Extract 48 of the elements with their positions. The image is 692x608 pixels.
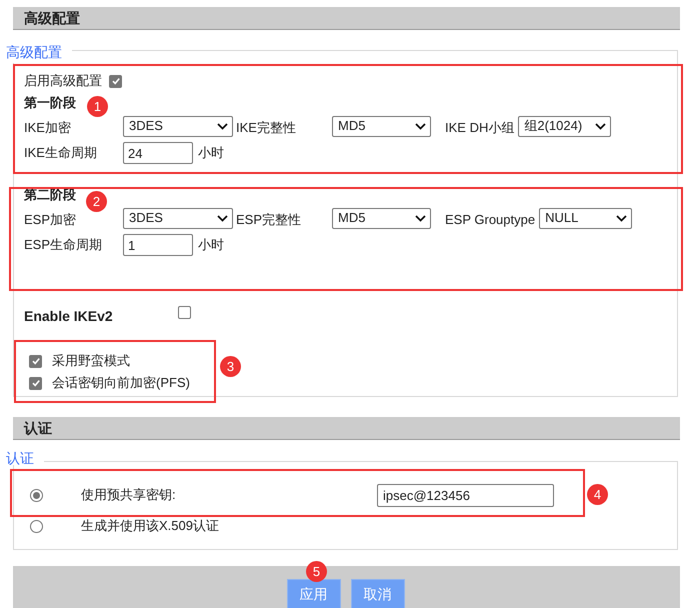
panel-legend: 高级配置 — [6, 42, 72, 63]
dropdown[interactable]: NULL — [539, 208, 632, 228]
field-label: ESP Grouptype — [444, 211, 536, 230]
chevron-down-icon — [415, 214, 426, 222]
option-label: 会话密钥向前加密(PFS) — [52, 374, 190, 392]
checkbox[interactable] — [29, 354, 42, 368]
checkbox[interactable] — [109, 74, 122, 88]
field-label: IKE加密 — [24, 119, 72, 138]
section-title: 高级配置 — [24, 8, 80, 28]
field-label: ESP完整性 — [235, 211, 302, 230]
annotation-badge: 1 — [87, 96, 108, 117]
radio-button[interactable] — [30, 520, 43, 532]
checkbox[interactable] — [178, 306, 191, 318]
field-label: IKE生命周期 — [24, 144, 98, 162]
unit-label: 小时 — [198, 144, 224, 162]
field-label: IKE DH小组 — [444, 119, 516, 138]
dropdown[interactable]: 3DES — [123, 208, 233, 228]
field-label: IKE完整性 — [235, 119, 297, 138]
chevron-down-icon — [595, 122, 606, 130]
dropdown[interactable]: 组2(1024) — [518, 116, 612, 136]
phase-title: 第二阶段 — [24, 186, 76, 204]
field-label: ESP加密 — [24, 211, 78, 230]
chevron-down-icon — [415, 122, 426, 130]
unit-label: 小时 — [198, 236, 224, 254]
chevron-down-icon — [217, 214, 228, 222]
field-label: ESP生命周期 — [24, 236, 104, 254]
section-title: 认证 — [24, 418, 52, 438]
field-label: 启用高级配置 — [24, 72, 102, 90]
dropdown[interactable]: MD5 — [332, 116, 431, 136]
option-label[interactable]: 使用预共享密钥: — [81, 485, 377, 505]
option-label: 采用野蛮模式 — [52, 352, 130, 370]
annotation-badge: 4 — [587, 484, 608, 505]
field-label: Enable IKEv2 — [24, 306, 114, 326]
input-field[interactable]: 24 — [123, 142, 193, 164]
phase-title: 第一阶段 — [24, 94, 76, 112]
option-label[interactable]: 生成并使用该X.509认证 — [81, 516, 377, 536]
input-field[interactable]: ipsec@123456 — [377, 484, 554, 506]
dropdown[interactable]: MD5 — [332, 208, 431, 228]
dropdown[interactable]: 3DES — [123, 116, 233, 136]
annotation-badge: 2 — [86, 191, 107, 212]
radio-button[interactable] — [30, 488, 43, 502]
chevron-down-icon — [217, 122, 228, 130]
annotation-badge: 5 — [306, 561, 327, 582]
input-field[interactable]: 1 — [123, 234, 193, 256]
panel-legend: 认证 — [6, 451, 44, 465]
checkbox[interactable] — [29, 376, 42, 390]
chevron-down-icon — [616, 214, 628, 222]
annotation-badge: 3 — [220, 356, 241, 377]
